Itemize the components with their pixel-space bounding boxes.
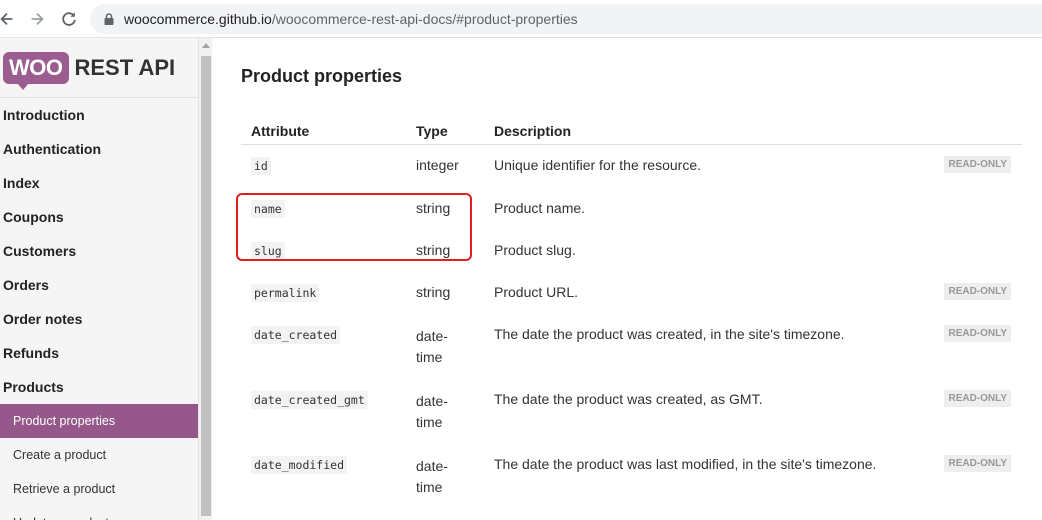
table-row: date_modified date-time READ-ONLY The dat…: [241, 444, 1022, 509]
table-row: id integer READ-ONLY Unique identifier fo…: [241, 144, 1022, 188]
attribute-cell: date_created: [241, 314, 406, 379]
attribute-code: id: [251, 156, 271, 175]
type-text: date-time: [416, 328, 448, 365]
table-row: permalink string READ-ONLY Product URL.: [241, 272, 1022, 314]
header-description: Description: [484, 118, 1022, 145]
attribute-cell: permalink: [241, 272, 406, 314]
type-cell: string: [416, 242, 451, 258]
attribute-code: name: [251, 200, 285, 218]
sidebar-item-product-properties[interactable]: Product properties: [0, 404, 198, 438]
back-arrow-icon: [0, 12, 13, 26]
forward-button[interactable]: [24, 6, 50, 32]
attribute-cell: slug: [241, 230, 406, 272]
browser-toolbar: woocommerce.github.io/woocommerce-rest-a…: [0, 0, 1042, 38]
sidebar-item-introduction[interactable]: Introduction: [0, 98, 198, 132]
sidebar-item-coupons[interactable]: Coupons: [0, 200, 198, 234]
table-row: slug string Product slug.: [241, 230, 1022, 272]
description-text: Product slug.: [494, 242, 576, 258]
type-cell: string: [416, 200, 451, 216]
attribute-cell: date_modified: [241, 444, 406, 509]
description-cell: READ-ONLY The date the product was create…: [484, 314, 1022, 379]
description-cell: Product slug.: [484, 230, 1022, 272]
sidebar-item-products[interactable]: Products: [0, 370, 198, 404]
attribute-code: slug: [251, 242, 285, 260]
badge-readonly: READ-ONLY: [944, 325, 1011, 342]
logo-text: REST API: [74, 54, 176, 80]
table-header-row: Attribute Type Description: [241, 118, 1022, 145]
back-button[interactable]: [0, 6, 20, 32]
description-text: Product name.: [494, 200, 586, 216]
sidebar-scrollbar[interactable]: [198, 38, 212, 520]
type-cell: string: [416, 284, 451, 300]
scrollbar-thumb[interactable]: [201, 56, 211, 516]
sidebar-item-order-notes[interactable]: Order notes: [0, 302, 198, 336]
attribute-cell: name: [241, 188, 406, 230]
url-host: woocommerce.github.io: [124, 11, 272, 27]
page-title: Product properties: [241, 66, 403, 86]
sidebar-item-orders[interactable]: Orders: [0, 268, 198, 302]
description-cell: READ-ONLY The date the product was last m…: [484, 444, 1022, 509]
type-cell: date-time: [406, 444, 484, 509]
forward-arrow-icon: [31, 12, 44, 26]
type-cell: date-time: [406, 379, 484, 444]
table-row: date_created date-time READ-ONLY The date…: [241, 314, 1022, 379]
description-text: Product URL.: [494, 284, 579, 300]
type-cell: integer: [416, 156, 459, 173]
sidebar-item-refunds[interactable]: Refunds: [0, 336, 198, 370]
logo[interactable]: WOO REST API: [0, 38, 198, 98]
header-type: Type: [406, 118, 484, 145]
badge-readonly: READ-ONLY: [944, 455, 1011, 472]
sidebar-item-customers[interactable]: Customers: [0, 234, 198, 268]
properties-table: Attribute Type Description id integer RE…: [241, 118, 1022, 509]
attribute-cell: date_created_gmt: [241, 379, 406, 444]
attribute-code: permalink: [251, 284, 320, 302]
attribute-code: date_created: [251, 326, 341, 344]
url-path: /woocommerce-rest-api-docs/#product-prop…: [271, 11, 578, 27]
description-cell: Product name.: [484, 188, 1022, 230]
main-content: Product properties Attribute Type Descri…: [212, 38, 1042, 520]
reload-icon: [62, 12, 76, 26]
description-cell: READ-ONLY The date the product was create…: [484, 379, 1022, 444]
badge-readonly: READ-ONLY: [944, 390, 1011, 407]
reload-button[interactable]: [56, 6, 82, 32]
woo-logo-badge: WOO: [3, 51, 69, 90]
description-cell: READ-ONLY Product URL.: [484, 272, 1022, 314]
description-text: The date the product was last modified, …: [494, 456, 877, 472]
description-text: Unique identifier for the resource.: [494, 156, 701, 173]
lock-icon[interactable]: [102, 12, 116, 26]
sidebar-menu: Introduction Authentication Index Coupon…: [0, 98, 198, 520]
table-row: date_created_gmt date-time READ-ONLY The …: [241, 379, 1022, 444]
header-attribute: Attribute: [241, 118, 406, 145]
table-row: name string Product name.: [241, 188, 1022, 230]
sidebar-item-update-product[interactable]: Update a product: [0, 506, 198, 520]
type-text: date-time: [416, 393, 448, 430]
sidebar-item-index[interactable]: Index: [0, 166, 198, 200]
attribute-cell: id: [241, 144, 406, 188]
description-cell: READ-ONLY Unique identifier for the resou…: [484, 144, 1022, 188]
description-text: The date the product was created, in the…: [494, 326, 845, 342]
description-text: The date the product was created, as GMT…: [494, 391, 763, 407]
sidebar-item-create-product[interactable]: Create a product: [0, 438, 198, 472]
badge-readonly: READ-ONLY: [944, 155, 1011, 173]
scroll-up-arrow-icon[interactable]: [202, 43, 210, 48]
attribute-code: date_modified: [251, 456, 348, 474]
address-bar[interactable]: woocommerce.github.io/woocommerce-rest-a…: [90, 4, 1042, 34]
type-cell: date-time: [406, 314, 484, 379]
attribute-code: date_created_gmt: [251, 391, 368, 409]
sidebar-item-retrieve-product[interactable]: Retrieve a product: [0, 472, 198, 506]
sidebar-item-authentication[interactable]: Authentication: [0, 132, 198, 166]
badge-readonly: READ-ONLY: [944, 283, 1011, 300]
sidebar: WOO REST API Introduction Authentication…: [0, 38, 198, 520]
type-text: date-time: [416, 458, 448, 495]
